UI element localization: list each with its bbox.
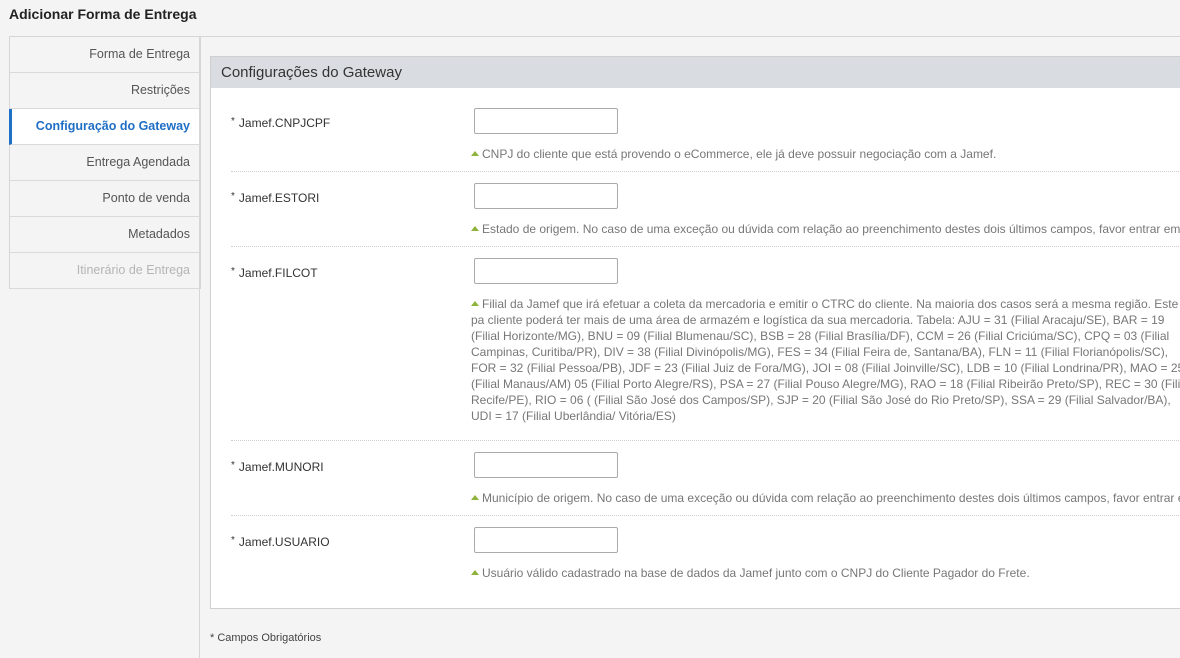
cnpjcpf-input[interactable] <box>474 108 618 134</box>
field-label-munori: * Jamef.MUNORI <box>231 460 324 474</box>
field-help-munori: Município de origem. No caso de uma exce… <box>471 490 1180 506</box>
sidebar-nav: Forma de Entrega Restrições Configuração… <box>9 37 201 289</box>
field-row-usuario: * Jamef.USUARIO Usuário válido cadastrado… <box>231 527 1180 590</box>
usuario-input[interactable] <box>474 527 618 553</box>
help-arrow-icon <box>471 495 479 500</box>
field-help-cnpjcpf: CNPJ do cliente que está provendo o eCom… <box>471 146 1180 162</box>
field-help-estori: Estado de origem. No caso de uma exceção… <box>471 221 1180 237</box>
sidebar-item-metadados[interactable]: Metadados <box>10 217 200 253</box>
sidebar-item-ponto-de-venda[interactable]: Ponto de venda <box>10 181 200 217</box>
help-arrow-icon <box>471 151 479 156</box>
help-arrow-icon <box>471 301 479 306</box>
required-marker: * <box>231 266 235 277</box>
field-row-munori: * Jamef.MUNORI Município de origem. No ca… <box>231 452 1180 516</box>
filcot-input[interactable] <box>474 258 618 284</box>
munori-input[interactable] <box>474 452 618 478</box>
required-marker: * <box>231 535 235 546</box>
field-label-filcot: * Jamef.FILCOT <box>231 266 318 280</box>
required-fields-note: * Campos Obrigatórios <box>210 632 322 644</box>
gateway-settings-panel: Configurações do Gateway * Jamef.CNPJCPF … <box>210 56 1180 609</box>
field-label-usuario: * Jamef.USUARIO <box>231 535 330 549</box>
help-arrow-icon <box>471 226 479 231</box>
sidebar-item-entrega-agendada[interactable]: Entrega Agendada <box>10 145 200 181</box>
field-help-filcot: Filial da Jamef que irá efetuar a coleta… <box>471 297 1180 423</box>
required-marker: * <box>231 191 235 202</box>
sidebar-item-itinerario-de-entrega: Itinerário de Entrega <box>10 253 200 289</box>
sidebar-item-restricoes[interactable]: Restrições <box>10 73 200 109</box>
content-divider <box>199 37 200 658</box>
page-title: Adicionar Forma de Entrega <box>9 6 197 22</box>
estori-input[interactable] <box>474 183 618 209</box>
field-label-estori: * Jamef.ESTORI <box>231 191 320 205</box>
field-row-estori: * Jamef.ESTORI Estado de origem. No caso … <box>231 183 1180 247</box>
field-help-usuario: Usuário válido cadastrado na base de dad… <box>471 565 1180 581</box>
sidebar-item-configuracao-gateway[interactable]: Configuração do Gateway <box>9 109 200 145</box>
help-arrow-icon <box>471 570 479 575</box>
sidebar-item-forma-de-entrega[interactable]: Forma de Entrega <box>10 37 200 73</box>
required-marker: * <box>231 460 235 471</box>
field-row-filcot: * Jamef.FILCOT Filial da Jamef que irá ef… <box>231 258 1180 441</box>
field-row-cnpjcpf: * Jamef.CNPJCPF CNPJ do cliente que está … <box>231 108 1180 172</box>
panel-title: Configurações do Gateway <box>211 57 1180 88</box>
required-marker: * <box>231 116 235 127</box>
field-label-cnpjcpf: * Jamef.CNPJCPF <box>231 116 331 130</box>
